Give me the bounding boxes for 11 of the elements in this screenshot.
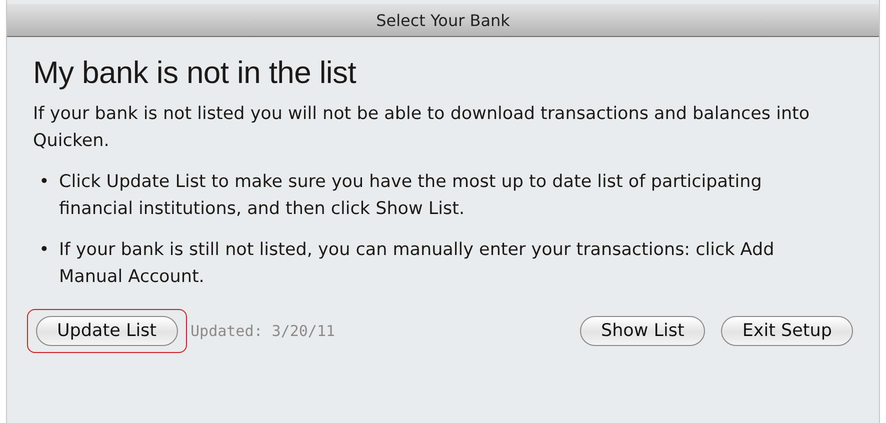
update-list-button[interactable]: Update List [36, 316, 178, 346]
intro-text: If your bank is not listed you will not be able to download transactions and balances into Quicken. [33, 103, 811, 153]
heading: My bank is not in the list [33, 55, 358, 91]
bullet-mark: • [38, 171, 50, 194]
bullet-mark: • [38, 239, 50, 262]
bullet-text: If your bank is still not listed, you can manually enter your transactions: click Add Manual Account. [59, 239, 776, 289]
dialog-button[interactable]: Show List [580, 316, 706, 346]
dialog-button[interactable]: Exit Setup [721, 316, 853, 346]
window-title: Select Your Bank [376, 10, 510, 30]
bullet-text: Click Update List to make sure you have the most up to date list of participating financial institutions, and then click Show List. [59, 171, 763, 221]
updated-date: Updated: 3/20/11 [190, 322, 336, 340]
